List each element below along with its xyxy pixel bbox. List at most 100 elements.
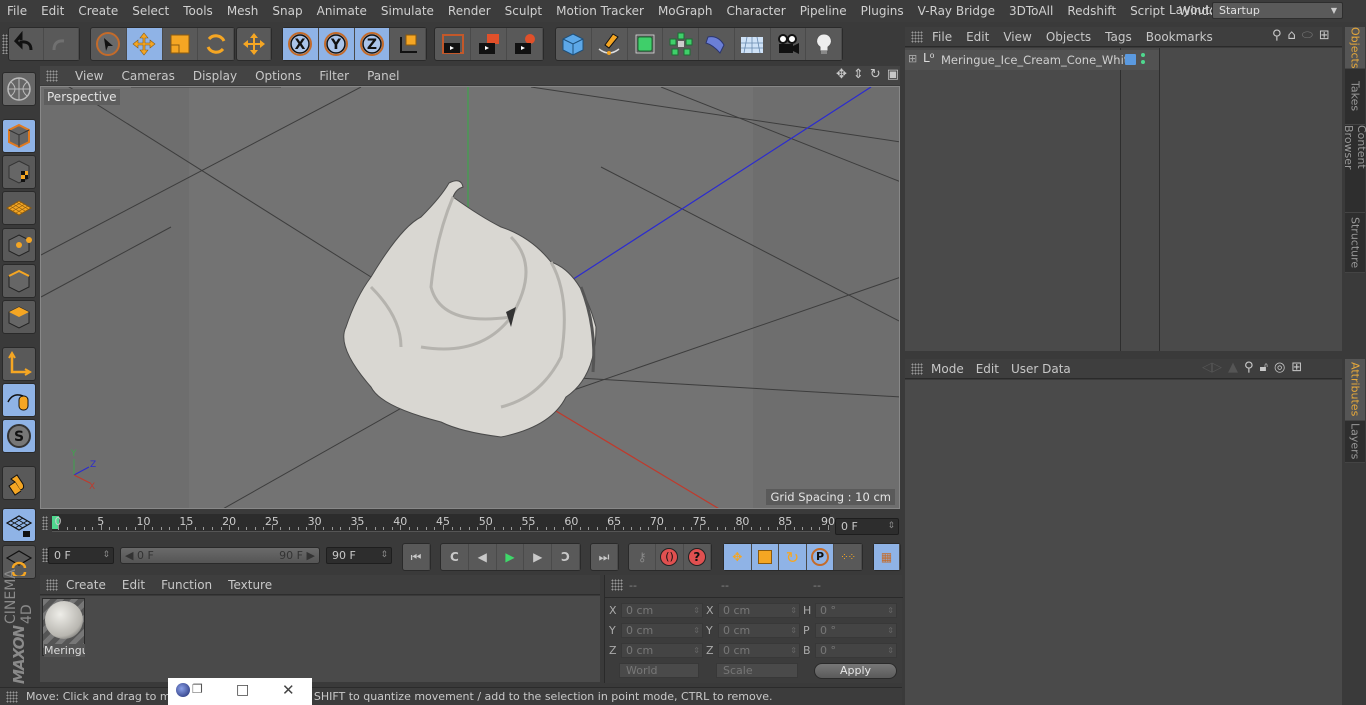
viewport-menu-item-0[interactable]: View xyxy=(66,69,112,83)
expand-icon[interactable]: ⊞ xyxy=(908,52,917,65)
toggle-layout-icon[interactable]: ▣ xyxy=(887,67,899,82)
material-swatch[interactable]: Meringu xyxy=(42,598,85,657)
attribute-menu-item-1[interactable]: Edit xyxy=(970,362,1005,376)
object-menu-item-3[interactable]: Objects xyxy=(1039,30,1098,44)
timeline-grip[interactable] xyxy=(42,516,48,530)
viewport-menu-item-4[interactable]: Filter xyxy=(310,69,358,83)
viewport-menu-item-3[interactable]: Options xyxy=(246,69,310,83)
coordinate-system-icon[interactable] xyxy=(390,28,426,60)
lock-icon[interactable]: 🔓︎ xyxy=(1260,360,1268,375)
position-field[interactable]: 0 cm xyxy=(621,643,703,658)
previous-key-icon[interactable]: C xyxy=(441,544,469,570)
frame-range-slider[interactable]: ◀ 0 F 90 F ▶ xyxy=(120,547,320,564)
deformer-icon[interactable] xyxy=(699,28,735,60)
start-frame-field[interactable]: 0 F xyxy=(48,547,114,564)
previous-frame-icon[interactable]: ◀ xyxy=(469,544,497,570)
autokeying-icon[interactable]: () xyxy=(656,544,684,570)
timeline-ruler[interactable]: 0 5 10 15 20 25 30 35 40 45 50 55 60 65 70 75 80 85 90 xyxy=(52,514,835,532)
up-icon[interactable]: ▲ xyxy=(1228,360,1238,375)
floor-icon[interactable] xyxy=(735,28,771,60)
make-editable-icon[interactable] xyxy=(2,72,36,106)
material-menu-item-0[interactable]: Create xyxy=(58,578,114,592)
menu-item-15[interactable]: Plugins xyxy=(854,4,911,18)
cube-icon[interactable] xyxy=(556,28,592,60)
y-axis-icon[interactable]: Y xyxy=(318,28,355,60)
rotation-field[interactable]: 0 ° xyxy=(815,623,897,638)
new-panel-icon[interactable]: ⊞ xyxy=(1291,360,1302,375)
solo-icon[interactable]: S xyxy=(2,419,36,453)
snap-icon[interactable] xyxy=(2,466,36,500)
material-menu-item-1[interactable]: Edit xyxy=(114,578,153,592)
points-mode-icon[interactable] xyxy=(2,228,36,262)
redo-icon[interactable] xyxy=(44,28,79,60)
cloner-icon[interactable] xyxy=(663,28,699,60)
camera-icon[interactable] xyxy=(771,28,807,60)
coordinate-space-select[interactable]: World xyxy=(619,663,699,678)
object-menu-item-0[interactable]: File xyxy=(925,30,959,44)
next-key-icon[interactable]: Ↄ xyxy=(552,544,580,570)
attribute-grip[interactable] xyxy=(911,363,923,375)
x-axis-icon[interactable]: X xyxy=(283,28,319,60)
menu-item-13[interactable]: Character xyxy=(719,4,792,18)
menu-item-5[interactable]: Mesh xyxy=(220,4,266,18)
position-field[interactable]: 0 cm xyxy=(621,603,703,618)
menu-item-11[interactable]: Motion Tracker xyxy=(549,4,651,18)
attribute-menu-item-0[interactable]: Mode xyxy=(925,362,970,376)
render-visibility-dot[interactable] xyxy=(1141,60,1145,64)
target-icon[interactable]: ◎ xyxy=(1274,360,1285,375)
tweak-mode-icon[interactable] xyxy=(2,383,36,417)
subdivision-icon[interactable] xyxy=(628,28,664,60)
menu-item-4[interactable]: Tools xyxy=(176,4,220,18)
close-icon[interactable]: ✕ xyxy=(282,681,295,699)
side-tab-objects[interactable]: Objects xyxy=(1345,27,1365,69)
current-frame-field[interactable]: 0 F xyxy=(835,518,899,535)
new-panel-icon[interactable]: ⊞ xyxy=(1319,28,1330,43)
render-view-icon[interactable] xyxy=(435,28,471,60)
menu-item-16[interactable]: V-Ray Bridge xyxy=(911,4,1002,18)
end-frame-field[interactable]: 90 F xyxy=(326,547,392,564)
side-tab-layers[interactable]: Layers xyxy=(1345,421,1365,463)
viewport-menu-item-5[interactable]: Panel xyxy=(358,69,408,83)
layer-color-tag[interactable] xyxy=(1125,54,1136,65)
coordinate-mode-select[interactable]: Scale xyxy=(716,663,798,678)
camera-label[interactable]: Perspective xyxy=(44,89,120,105)
object-menu-item-5[interactable]: Bookmarks xyxy=(1139,30,1220,44)
side-tab-attributes[interactable]: Attributes xyxy=(1345,359,1365,421)
object-menu-item-4[interactable]: Tags xyxy=(1098,30,1139,44)
go-to-end-icon[interactable]: ⏭ xyxy=(591,544,618,570)
texture-mode-icon[interactable] xyxy=(2,155,36,189)
rotation-field[interactable]: 0 ° xyxy=(815,603,897,618)
light-icon[interactable] xyxy=(806,28,842,60)
layout-select[interactable]: Startup xyxy=(1212,2,1343,19)
menu-item-8[interactable]: Simulate xyxy=(374,4,441,18)
go-to-start-icon[interactable]: ⏮ xyxy=(403,544,430,570)
scale-icon[interactable] xyxy=(163,28,199,60)
size-field[interactable]: 0 cm xyxy=(718,643,800,658)
menu-item-6[interactable]: Snap xyxy=(265,4,309,18)
material-menu-item-2[interactable]: Function xyxy=(153,578,220,592)
menu-item-0[interactable]: File xyxy=(0,4,34,18)
orbit-icon[interactable]: ↻ xyxy=(870,67,881,82)
search-icon[interactable]: ⚲ xyxy=(1244,360,1254,375)
undo-icon[interactable] xyxy=(9,28,44,60)
workplane-lock-icon[interactable] xyxy=(2,508,36,542)
next-frame-icon[interactable]: ▶ xyxy=(524,544,553,570)
menu-item-1[interactable]: Edit xyxy=(34,4,71,18)
axis-mode-icon[interactable] xyxy=(2,347,36,381)
menu-item-17[interactable]: 3DToAll xyxy=(1002,4,1060,18)
3d-viewport[interactable]: Y Z X Perspective Grid Spacing : 10 cm xyxy=(40,86,900,509)
pan-icon[interactable]: ✥ xyxy=(836,67,847,82)
edges-mode-icon[interactable] xyxy=(2,264,36,298)
object-name[interactable]: Meringue_Ice_Cream_Cone_White xyxy=(941,53,1135,67)
menu-item-12[interactable]: MoGraph xyxy=(651,4,720,18)
menu-item-14[interactable]: Pipeline xyxy=(793,4,854,18)
play-icon[interactable]: ▶ xyxy=(497,544,525,570)
search-icon[interactable]: ⚲ xyxy=(1272,28,1282,43)
material-grip[interactable] xyxy=(46,579,58,591)
size-field[interactable]: 0 cm xyxy=(718,623,800,638)
editor-visibility-dot[interactable] xyxy=(1141,53,1145,57)
rotate-icon[interactable] xyxy=(198,28,234,60)
menu-item-3[interactable]: Select xyxy=(125,4,176,18)
menu-item-19[interactable]: Script xyxy=(1123,4,1172,18)
rotation-field[interactable]: 0 ° xyxy=(815,643,897,658)
